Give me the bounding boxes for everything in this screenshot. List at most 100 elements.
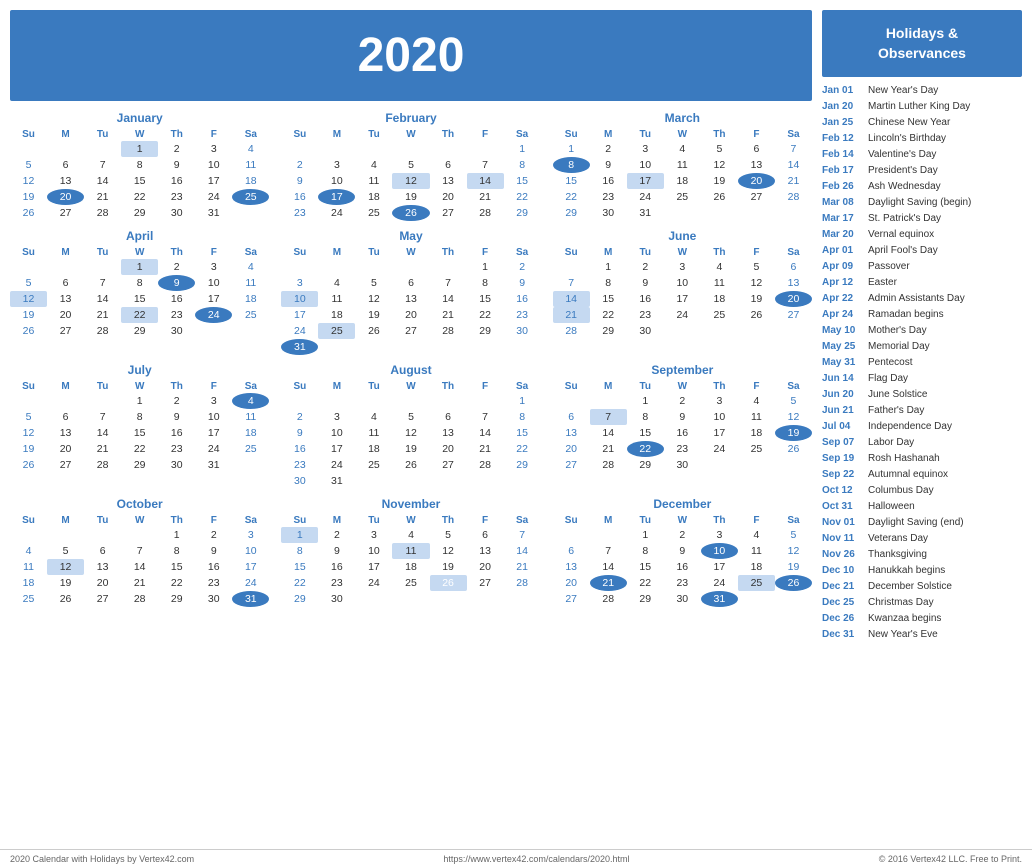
calendar-day[interactable]: 30 [664,457,701,473]
calendar-day[interactable]: 15 [281,559,318,575]
calendar-day[interactable]: 8 [467,275,504,291]
calendar-day[interactable]: 29 [504,205,541,221]
calendar-day[interactable]: 27 [738,189,775,205]
calendar-day[interactable]: 8 [590,275,627,291]
calendar-day[interactable] [355,141,392,157]
calendar-day[interactable]: 4 [738,527,775,543]
calendar-day[interactable]: 21 [504,559,541,575]
calendar-day[interactable]: 30 [195,591,232,607]
calendar-day[interactable] [392,473,429,489]
calendar-day[interactable]: 24 [318,457,355,473]
calendar-day[interactable]: 9 [195,543,232,559]
calendar-day[interactable]: 23 [281,457,318,473]
calendar-day[interactable]: 10 [195,157,232,173]
calendar-day[interactable]: 1 [121,141,158,157]
calendar-day[interactable]: 25 [355,457,392,473]
calendar-day[interactable]: 11 [318,291,355,307]
calendar-day[interactable]: 5 [392,157,429,173]
calendar-day[interactable]: 19 [738,291,775,307]
calendar-day[interactable] [84,393,121,409]
calendar-day[interactable]: 25 [355,205,392,221]
calendar-day[interactable]: 4 [10,543,47,559]
calendar-day[interactable]: 18 [232,425,269,441]
calendar-day[interactable]: 17 [195,291,232,307]
calendar-day[interactable]: 26 [701,189,738,205]
calendar-day[interactable]: 3 [355,527,392,543]
calendar-day[interactable]: 13 [84,559,121,575]
calendar-day[interactable]: 5 [701,141,738,157]
calendar-day[interactable]: 20 [47,441,84,457]
calendar-day[interactable]: 18 [318,307,355,323]
calendar-day[interactable] [10,527,47,543]
calendar-day[interactable]: 23 [158,441,195,457]
calendar-day[interactable]: 20 [47,307,84,323]
calendar-day[interactable]: 6 [430,157,467,173]
calendar-day[interactable]: 21 [84,441,121,457]
calendar-day[interactable] [392,141,429,157]
calendar-day[interactable]: 22 [281,575,318,591]
calendar-day[interactable] [467,141,504,157]
calendar-day[interactable]: 9 [590,157,627,173]
calendar-day[interactable]: 31 [627,205,664,221]
calendar-day[interactable]: 25 [392,575,429,591]
calendar-day[interactable]: 17 [355,559,392,575]
calendar-day[interactable]: 14 [467,425,504,441]
calendar-day[interactable]: 21 [467,441,504,457]
calendar-day[interactable]: 11 [738,409,775,425]
calendar-day[interactable] [701,457,738,473]
calendar-day[interactable]: 21 [84,307,121,323]
calendar-day[interactable] [10,393,47,409]
calendar-day[interactable]: 14 [553,291,590,307]
calendar-day[interactable]: 24 [627,189,664,205]
calendar-day[interactable]: 15 [590,291,627,307]
calendar-day[interactable]: 28 [467,457,504,473]
calendar-day[interactable] [590,393,627,409]
calendar-day[interactable]: 26 [10,205,47,221]
calendar-day[interactable]: 1 [627,527,664,543]
calendar-day[interactable]: 22 [121,307,158,323]
calendar-day[interactable]: 22 [467,307,504,323]
calendar-day[interactable]: 19 [392,441,429,457]
calendar-day[interactable] [392,259,429,275]
calendar-day[interactable]: 22 [553,189,590,205]
calendar-day[interactable]: 5 [10,157,47,173]
calendar-day[interactable]: 29 [553,205,590,221]
calendar-day[interactable]: 8 [553,157,590,173]
calendar-day[interactable]: 1 [158,527,195,543]
calendar-day[interactable]: 24 [232,575,269,591]
calendar-day[interactable]: 13 [553,425,590,441]
calendar-day[interactable]: 26 [392,205,429,221]
calendar-day[interactable]: 29 [627,591,664,607]
calendar-day[interactable]: 4 [232,393,269,409]
calendar-day[interactable]: 4 [318,275,355,291]
calendar-day[interactable]: 10 [627,157,664,173]
calendar-day[interactable]: 18 [664,173,701,189]
calendar-day[interactable]: 10 [701,409,738,425]
calendar-day[interactable] [281,141,318,157]
calendar-day[interactable]: 19 [10,441,47,457]
calendar-day[interactable]: 18 [701,291,738,307]
calendar-day[interactable]: 22 [504,189,541,205]
calendar-day[interactable]: 18 [738,559,775,575]
calendar-day[interactable]: 24 [195,189,232,205]
calendar-day[interactable]: 27 [47,205,84,221]
calendar-day[interactable]: 11 [10,559,47,575]
calendar-day[interactable] [10,141,47,157]
calendar-day[interactable]: 2 [281,157,318,173]
calendar-day[interactable]: 15 [121,291,158,307]
calendar-day[interactable]: 28 [590,591,627,607]
calendar-day[interactable]: 7 [467,157,504,173]
calendar-day[interactable]: 29 [121,457,158,473]
calendar-day[interactable]: 19 [392,189,429,205]
calendar-day[interactable]: 8 [627,409,664,425]
calendar-day[interactable]: 21 [590,575,627,591]
calendar-day[interactable]: 25 [318,323,355,339]
calendar-day[interactable]: 19 [10,189,47,205]
calendar-day[interactable]: 27 [553,591,590,607]
calendar-day[interactable]: 25 [10,591,47,607]
calendar-day[interactable]: 23 [158,189,195,205]
calendar-day[interactable]: 13 [430,425,467,441]
calendar-day[interactable]: 12 [47,559,84,575]
calendar-day[interactable]: 29 [281,591,318,607]
calendar-day[interactable]: 2 [627,259,664,275]
